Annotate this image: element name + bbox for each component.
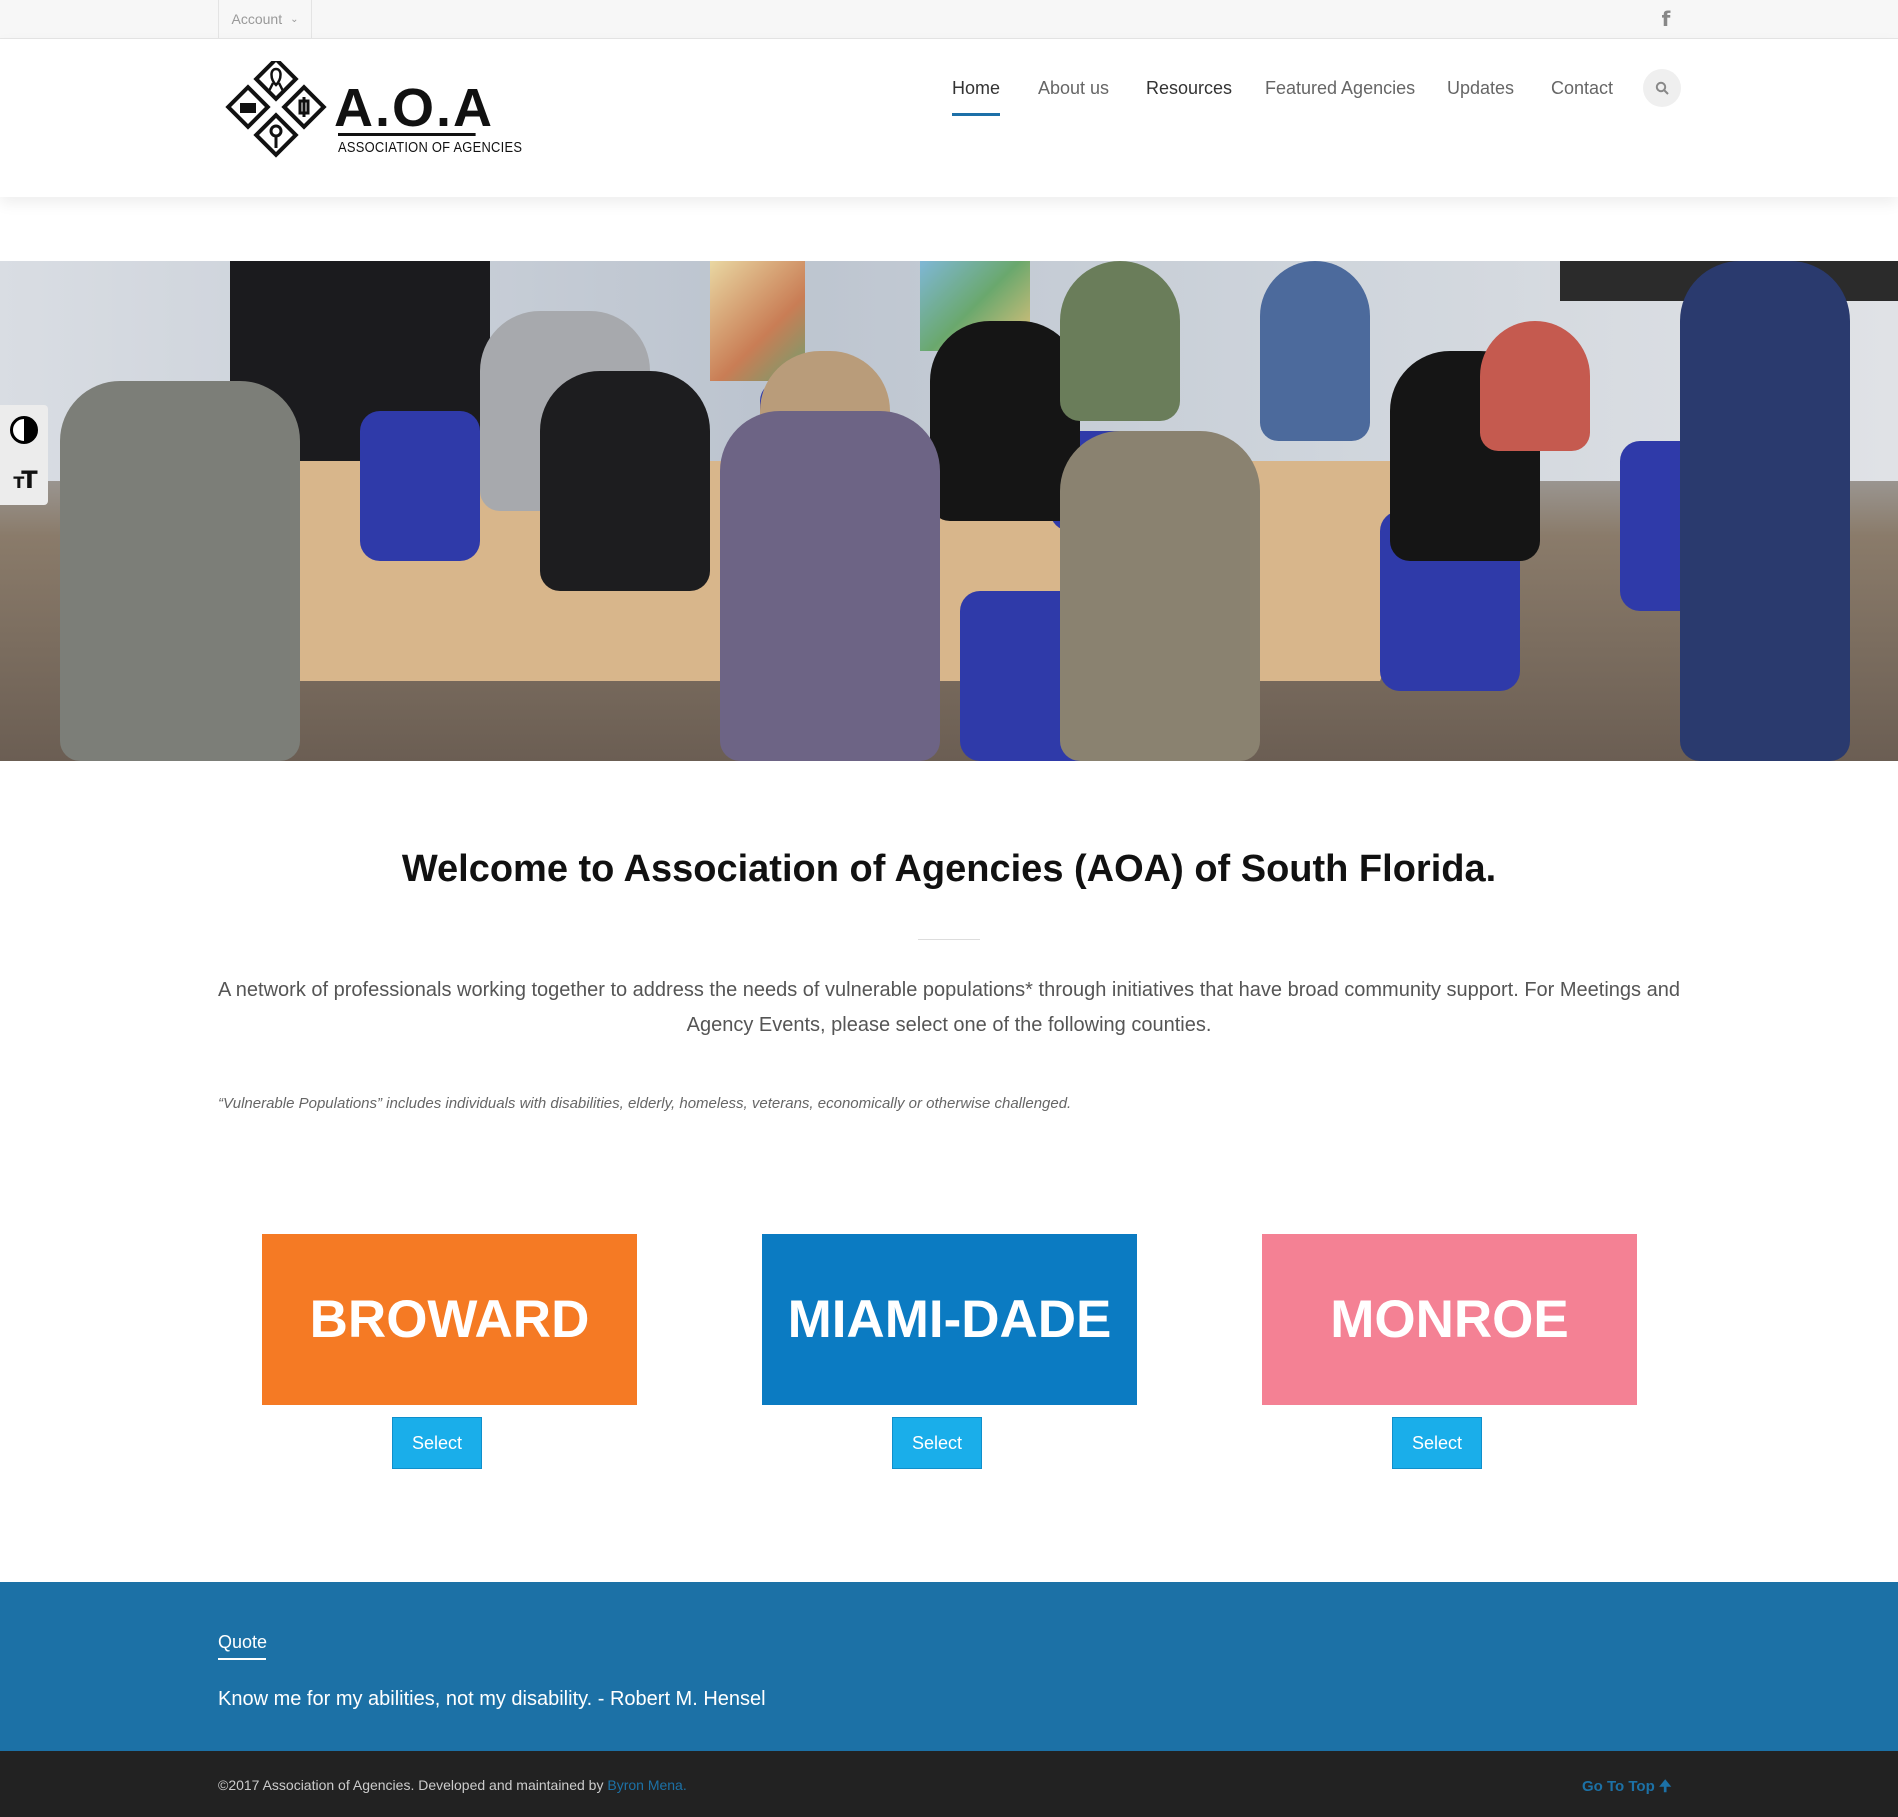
select-broward-button[interactable]: Select [392,1417,482,1469]
font-size-button[interactable]: TT [0,455,48,505]
arrow-up-icon: 🠉 [1658,1778,1672,1795]
nav-item-featured-agencies[interactable]: Featured Agencies [1265,78,1415,99]
search-button[interactable] [1643,69,1681,107]
copyright-text: ©2017 Association of Agencies. Developed… [218,1777,687,1793]
county-tile-monroe[interactable]: MONROE [1262,1234,1637,1405]
font-size-icon: TT [13,466,37,494]
contrast-icon [10,416,38,444]
quote-text: Know me for my abilities, not my disabil… [218,1688,766,1710]
hero-image [0,261,1898,761]
copyright-label: ©2017 Association of Agencies. Developed… [218,1777,608,1793]
chevron-down-icon: ⌄ [290,13,299,25]
nav-item-updates[interactable]: Updates [1447,78,1514,99]
select-miami-dade-button[interactable]: Select [892,1417,982,1469]
high-contrast-button[interactable] [0,405,48,455]
developer-link[interactable]: Byron Mena. [607,1777,686,1793]
logo-emblem [225,56,327,158]
search-icon [1655,81,1669,95]
top-bar: Account ⌄ f [0,0,1898,39]
county-tile-broward[interactable]: BROWARD [262,1234,637,1405]
select-monroe-button[interactable]: Select [1392,1417,1482,1469]
quote-section [0,1582,1898,1751]
account-menu[interactable]: Account ⌄ [218,0,312,38]
logo-subtitle: ASSOCIATION OF AGENCIES [338,133,522,156]
footnote-text: “Vulnerable Populations” includes indivi… [218,1095,1072,1112]
nav-item-home[interactable]: Home [952,78,1000,99]
title-divider [918,939,980,940]
logo-title: A.O.A [334,78,495,138]
facebook-icon[interactable]: f [1656,6,1676,32]
intro-text: A network of professionals working toget… [218,979,1680,1036]
go-to-top-link[interactable]: Go To Top 🠉 [1582,1776,1671,1801]
nav-item-about-us[interactable]: About us [1038,78,1109,99]
nav-item-resources[interactable]: Resources [1146,78,1232,99]
quote-heading-underline [218,1658,266,1660]
accessibility-toolbar: TT [0,405,48,505]
county-tile-miami-dade[interactable]: MIAMI-DADE [762,1234,1137,1405]
account-label: Account [231,11,283,27]
site-logo[interactable]: A.O.A ASSOCIATION OF AGENCIES [222,56,522,173]
go-to-top-label: Go To Top [1582,1778,1655,1795]
quote-heading: Quote [218,1632,268,1652]
nav-active-indicator [952,113,1000,116]
page-title: Welcome to Association of Agencies (AOA)… [401,848,1497,890]
nav-item-contact[interactable]: Contact [1551,78,1613,99]
